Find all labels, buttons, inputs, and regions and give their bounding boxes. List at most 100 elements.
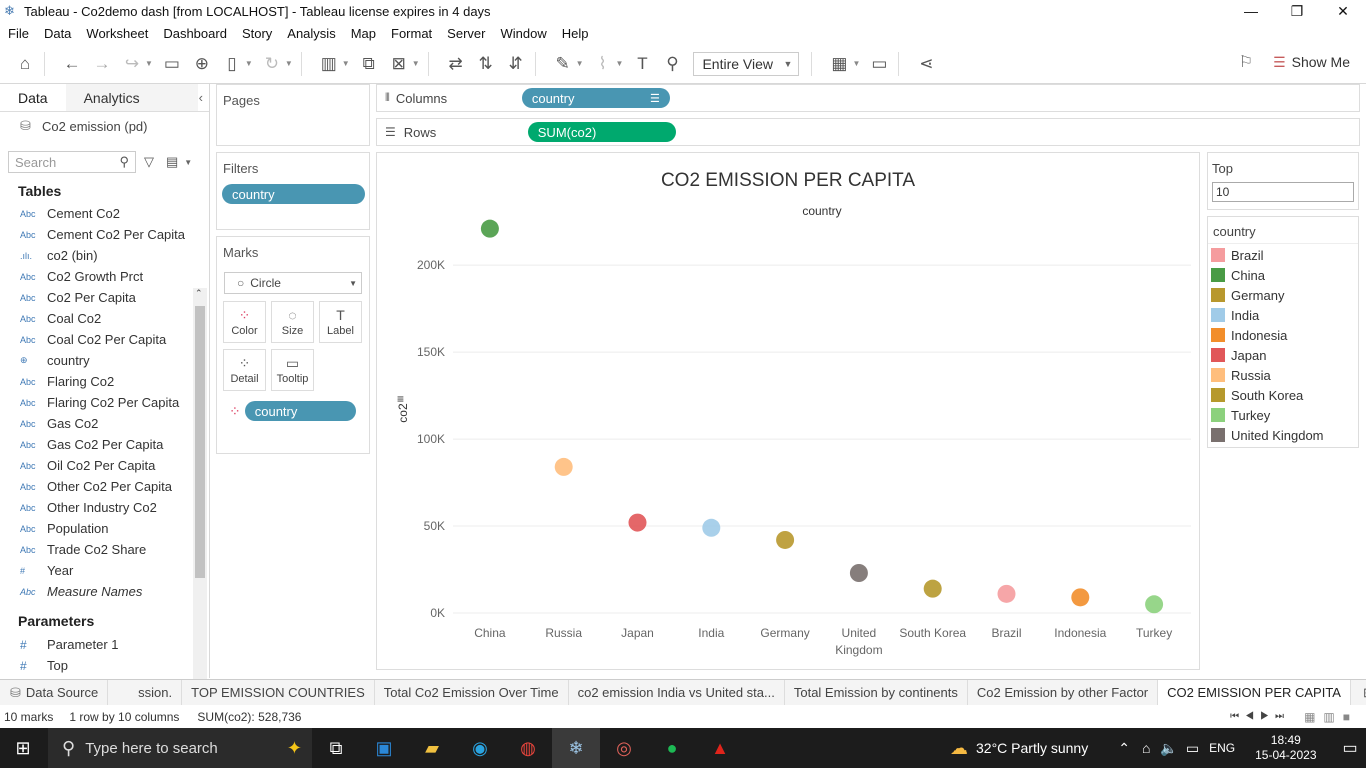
tab-co2-per-capita[interactable]: CO2 EMISSION PER CAPITA	[1158, 679, 1351, 706]
tab-top-emission-countries[interactable]: TOP EMISSION COUNTRIES	[182, 679, 375, 706]
highlight-icon[interactable]: ✎	[552, 53, 574, 75]
top-parameter-input[interactable]: 10	[1212, 182, 1354, 202]
display-icon[interactable]: ▭	[1186, 740, 1199, 757]
field-item[interactable]: .ılı. co2 (bin)	[0, 245, 209, 266]
spotify-icon[interactable]: ●	[648, 728, 696, 768]
fit-dropdown[interactable]: Entire View ▼	[693, 51, 800, 76]
show-me-button[interactable]: ⚐ ☰ Show Me	[1239, 52, 1350, 72]
tooltip-button[interactable]: ▭ Tooltip	[271, 349, 314, 391]
tab-emission-by-factor[interactable]: Co2 Emission by other Factor	[968, 679, 1159, 706]
network-icon[interactable]: ⌂	[1142, 740, 1150, 756]
field-item[interactable]: Abc Trade Co2 Share	[0, 539, 209, 560]
detail-button[interactable]: ⁘ Detail	[223, 349, 266, 391]
menu-format[interactable]: Format	[391, 26, 432, 41]
tableau-icon[interactable]: ❄	[552, 728, 600, 768]
clear-sheet-icon[interactable]: ⊠	[388, 53, 410, 75]
scroll-thumb[interactable]	[195, 306, 205, 578]
sheet-view-icons[interactable]: ▦▥■	[1304, 710, 1358, 724]
tab-india-vs-us[interactable]: co2 emission India vs United sta...	[569, 679, 785, 706]
data-point[interactable]	[480, 219, 499, 238]
columns-shelf[interactable]: ⦀ Columns country ☰	[376, 84, 1360, 112]
field-item[interactable]: # Year	[0, 560, 209, 581]
undo-icon[interactable]: ←	[61, 53, 83, 75]
menu-data[interactable]: Data	[44, 26, 71, 41]
new-datasource-icon[interactable]: ⊕	[191, 53, 213, 75]
group-icon[interactable]: ⌇	[592, 53, 614, 75]
filter-pill-country[interactable]: country	[222, 184, 365, 204]
data-point[interactable]	[997, 584, 1016, 603]
field-item[interactable]: Abc Flaring Co2	[0, 371, 209, 392]
fix-axes-icon[interactable]: ⚲	[661, 53, 683, 75]
taskbar-search[interactable]: ⚲ Type here to search ✦	[48, 728, 312, 768]
field-item[interactable]: Abc Co2 Growth Prct	[0, 266, 209, 287]
search-input[interactable]: Search ⚲	[8, 151, 136, 173]
data-point[interactable]	[849, 564, 868, 582]
scroll-up-icon[interactable]: ⌃	[195, 288, 203, 299]
tab-data-source[interactable]: ⛁ Data Source	[0, 679, 109, 706]
menu-story[interactable]: Story	[242, 26, 272, 41]
field-list-scrollbar[interactable]: ⌃ ⌄	[193, 288, 207, 686]
data-point[interactable]	[1071, 588, 1090, 607]
menu-help[interactable]: Help	[562, 26, 589, 41]
clock[interactable]: 18:49 15-04-2023	[1255, 733, 1316, 763]
collapse-pane-icon[interactable]: ‹	[199, 90, 203, 105]
field-item[interactable]: Abc Gas Co2 Per Capita	[0, 434, 209, 455]
size-button[interactable]: ◌ Size	[271, 301, 314, 343]
menu-server[interactable]: Server	[447, 26, 485, 41]
sort-descending-icon[interactable]: ⇵	[505, 53, 527, 75]
parameter-item[interactable]: # Parameter 1	[0, 634, 190, 655]
legend-item[interactable]: Brazil	[1208, 245, 1358, 265]
redo-icon[interactable]: →	[91, 53, 113, 75]
store-icon[interactable]: ▣	[360, 728, 408, 768]
data-point[interactable]	[554, 457, 573, 476]
tab-analytics[interactable]: Analytics	[65, 84, 198, 111]
field-item[interactable]: Abc Cement Co2	[0, 203, 209, 224]
data-point[interactable]	[702, 518, 721, 537]
swap-icon[interactable]: ⇄	[445, 53, 467, 75]
menu-map[interactable]: Map	[351, 26, 376, 41]
home-icon[interactable]: ⌂	[14, 53, 36, 75]
app-icon[interactable]: ◎	[600, 728, 648, 768]
legend-item[interactable]: Turkey	[1208, 405, 1358, 425]
presentation-mode-icon[interactable]: ▭	[868, 53, 890, 75]
data-point[interactable]	[923, 579, 942, 598]
filters-shelf[interactable]: Filters country	[216, 152, 370, 230]
view-options-icon[interactable]: ▤	[166, 154, 178, 170]
data-point[interactable]	[628, 513, 647, 532]
labels-icon[interactable]: T	[631, 53, 653, 75]
filter-icon[interactable]: ▽	[144, 154, 154, 170]
share-icon[interactable]: ⋖	[915, 53, 937, 75]
menu-window[interactable]: Window	[500, 26, 546, 41]
menu-dashboard[interactable]: Dashboard	[163, 26, 227, 41]
acrobat-icon[interactable]: ▲	[696, 728, 744, 768]
columns-pill-country[interactable]: country ☰	[521, 88, 670, 108]
pause-updates-icon[interactable]: ▯	[221, 53, 243, 75]
task-view-icon[interactable]: ⧉	[312, 728, 360, 768]
menu-file[interactable]: File	[8, 26, 29, 41]
legend-item[interactable]: South Korea	[1208, 385, 1358, 405]
rows-shelf[interactable]: ☰ Rows SUM(co2)	[376, 118, 1360, 146]
sort-ascending-icon[interactable]: ⇅	[475, 53, 497, 75]
volume-icon[interactable]: 🔈	[1160, 740, 1177, 757]
field-item[interactable]: Abc Population	[0, 518, 209, 539]
field-item[interactable]: Abc Coal Co2 Per Capita	[0, 329, 209, 350]
tab-emission-by-continents[interactable]: Total Emission by continents	[785, 679, 968, 706]
field-item[interactable]: Abc Co2 Per Capita	[0, 287, 209, 308]
datasource-item[interactable]: ⛁ Co2 emission (pd)	[0, 113, 209, 139]
minimize-button[interactable]: —	[1228, 0, 1274, 22]
tab-sheet[interactable]: ssion.	[108, 679, 183, 706]
legend-item[interactable]: Japan	[1208, 345, 1358, 365]
legend-item[interactable]: Indonesia	[1208, 325, 1358, 345]
pages-shelf[interactable]: Pages	[216, 84, 370, 146]
restore-button[interactable]: ❐	[1274, 0, 1320, 22]
language-indicator[interactable]: ENG	[1209, 741, 1235, 755]
axis-sort-icon[interactable]: ≡	[397, 392, 404, 406]
new-worksheet-icon[interactable]: ▥	[318, 53, 340, 75]
menu-worksheet[interactable]: Worksheet	[86, 26, 148, 41]
file-explorer-icon[interactable]: ▰	[408, 728, 456, 768]
windows-start-icon[interactable]: ⊞	[0, 728, 46, 768]
tray-chevron-icon[interactable]: ⌃	[1118, 740, 1130, 757]
tab-data[interactable]: Data	[0, 84, 66, 111]
label-button[interactable]: T Label	[319, 301, 362, 343]
chrome-icon[interactable]: ◍	[504, 728, 552, 768]
